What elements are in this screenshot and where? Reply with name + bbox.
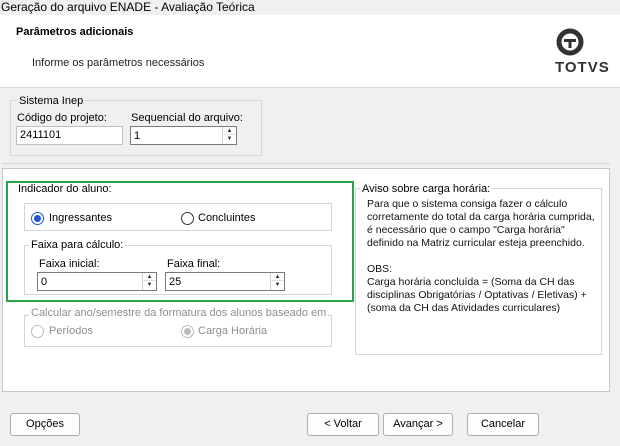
periodos-radio[interactable] [31,325,44,338]
faixa-inicial-label: Faixa inicial: [39,258,100,270]
spin-down-icon[interactable]: ▼ [223,135,236,143]
avancar-button[interactable]: Avançar > [383,413,453,436]
totvs-logo-icon [556,28,598,59]
spin-up-icon[interactable]: ▲ [271,273,284,281]
sequencial-arrows[interactable]: ▲ ▼ [222,127,236,144]
spin-down-icon[interactable]: ▼ [143,281,156,289]
spin-up-icon[interactable]: ▲ [143,273,156,281]
voltar-button[interactable]: < Voltar [307,413,379,436]
aviso-line: disciplinas Obrigatórias / Optativas / E… [367,289,587,301]
opcoes-button[interactable]: Opções [10,413,80,436]
faixa-inicial-arrows[interactable]: ▲ ▼ [142,273,156,290]
faixa-final-input[interactable] [166,273,270,290]
concluintes-radio[interactable] [181,212,194,225]
periodos-label[interactable]: Períodos [49,325,93,337]
aviso-line: OBS: [367,263,393,275]
aviso-line: (soma da CH das Atividades curriculares) [367,302,561,314]
ingressantes-label[interactable]: Ingressantes [49,212,112,224]
sequencial-arquivo-label: Sequencial do arquivo: [131,112,243,124]
aviso-line: é necessário que o campo "Carga horária" [367,224,565,236]
concluintes-label[interactable]: Concluintes [198,212,255,224]
faixa-legend: Faixa para cálculo: [29,239,126,251]
carga-horaria-label[interactable]: Carga Horária [198,325,267,337]
spin-down-icon[interactable]: ▼ [271,281,284,289]
aviso-legend: Aviso sobre carga horária: [360,183,493,195]
aviso-line: definido na Matriz curricular esteja pre… [367,237,585,249]
codigo-projeto-label: Código do projeto: [17,112,107,124]
sequencial-arquivo-input[interactable] [131,127,221,144]
logo-text: TOTVS [555,59,610,76]
page-title: Parâmetros adicionais [16,26,134,38]
ingressantes-radio[interactable] [31,212,44,225]
faixa-final-arrows[interactable]: ▲ ▼ [270,273,284,290]
faixa-final-stepper[interactable]: ▲ ▼ [165,272,285,291]
faixa-inicial-stepper[interactable]: ▲ ▼ [37,272,157,291]
wizard-header: Parâmetros adicionais Informe os parâmet… [0,15,620,88]
page-subtitle: Informe os parâmetros necessários [32,57,205,69]
faixa-inicial-input[interactable] [38,273,142,290]
aviso-line: corretamente do total da carga horária c… [367,211,595,223]
aviso-line: Carga horária concluída = (Soma da CH da… [367,276,575,288]
sequencial-arquivo-stepper[interactable]: ▲ ▼ [130,126,237,145]
window-title: Geração do arquivo ENADE - Avaliação Teó… [0,0,620,15]
aviso-line: Para que o sistema consiga fazer o cálcu… [367,198,568,210]
separator [2,163,610,164]
carga-horaria-radio[interactable] [181,325,194,338]
cancelar-button[interactable]: Cancelar [467,413,539,436]
faixa-final-label: Faixa final: [167,258,221,270]
sistema-inep-legend: Sistema Inep [17,95,86,107]
spin-up-icon[interactable]: ▲ [223,127,236,135]
calcular-legend: Calcular ano/semestre da formatura dos a… [29,307,329,319]
indicador-legend: Indicador do aluno: [18,183,112,195]
codigo-projeto-field[interactable]: 2411101 [16,126,123,145]
